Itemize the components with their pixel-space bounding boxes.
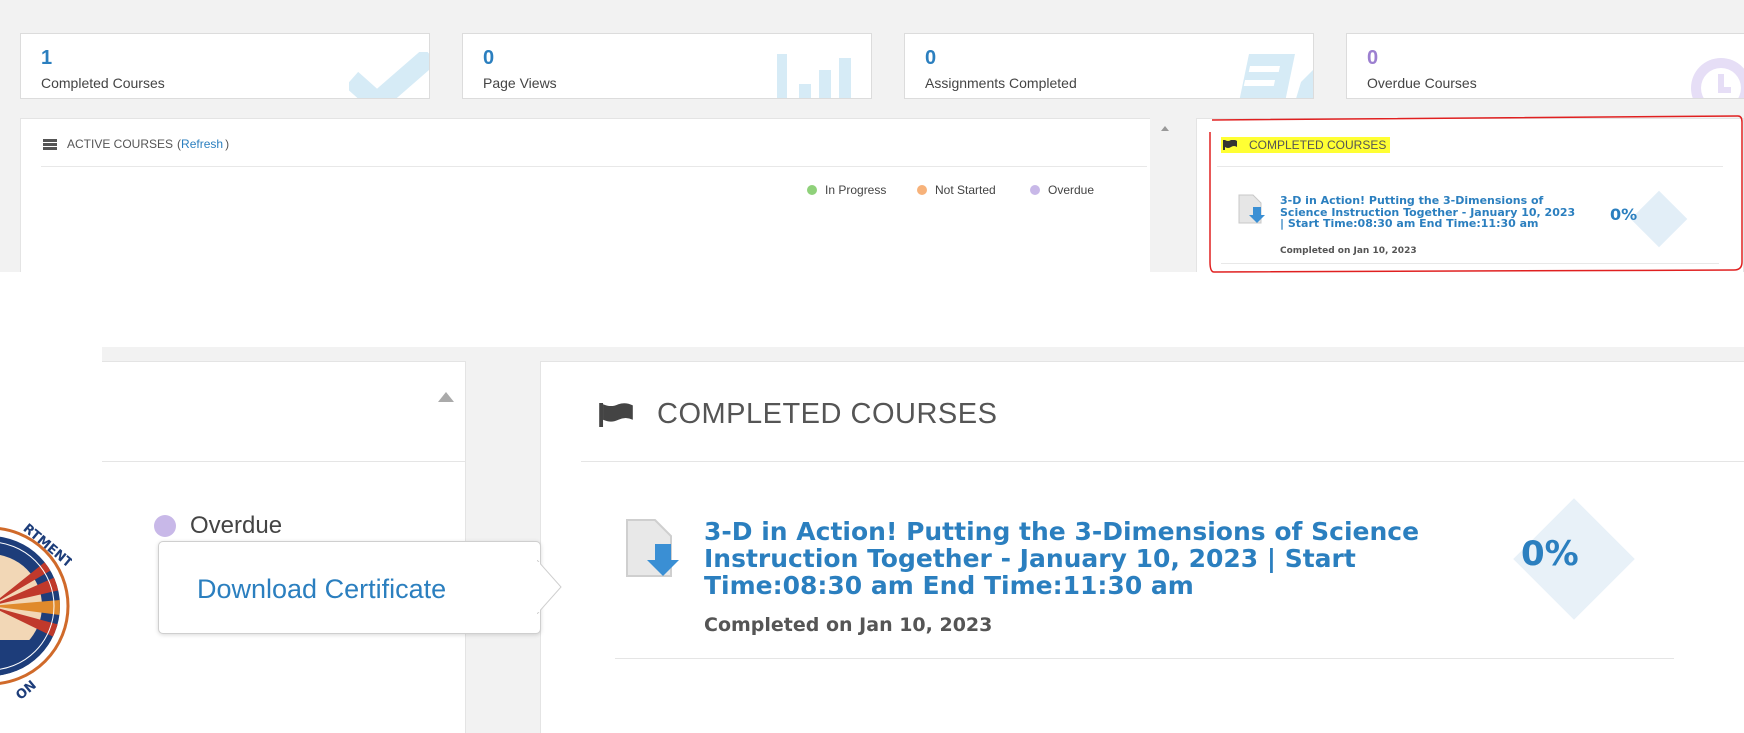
- scroll-up-arrow-icon[interactable]: [1161, 126, 1169, 131]
- legend-label: In Progress: [825, 183, 887, 197]
- legend-label: Not Started: [935, 183, 996, 197]
- course-title-link[interactable]: 3-D in Action! Putting the 3-Dimensions …: [1280, 195, 1580, 234]
- stat-card-completed-courses[interactable]: 1 Completed Courses: [20, 33, 430, 99]
- stat-card-overdue-courses[interactable]: 0 Overdue Courses: [1346, 33, 1744, 99]
- divider: [615, 658, 1674, 659]
- completed-courses-header: COMPLETED COURSES: [1221, 137, 1391, 153]
- dashboard-screenshot: 1 Completed Courses 0 Page Views 0 Assig…: [0, 0, 1744, 273]
- completed-courses-panel: COMPLETED COURSES 3-D in Action! Putting…: [1196, 118, 1744, 272]
- tooltip-arrow: [537, 560, 562, 614]
- zoomed-detail-panel: Overdue COMPLETED COURSES 3-D in Action!…: [102, 347, 1744, 733]
- clock-icon: [1691, 58, 1744, 98]
- scrollbar[interactable]: [1150, 118, 1180, 272]
- completed-courses-title: COMPLETED COURSES: [1249, 138, 1387, 152]
- stat-card-page-views[interactable]: 0 Page Views: [462, 33, 872, 99]
- completed-courses-header: COMPLETED COURSES: [599, 398, 997, 431]
- completed-courses-zoom: COMPLETED COURSES 3-D in Action! Putting…: [540, 361, 1744, 733]
- seal-text-bottom: ON: [13, 678, 39, 704]
- stat-value: 1: [41, 47, 53, 69]
- legend-not-started[interactable]: Not Started: [917, 183, 996, 197]
- course-progress: 0%: [1610, 205, 1638, 224]
- divider: [1221, 263, 1719, 264]
- download-certificate-label[interactable]: Download Certificate: [197, 574, 446, 605]
- course-progress: 0%: [1521, 534, 1579, 574]
- stat-card-assignments-completed[interactable]: 0 Assignments Completed: [904, 33, 1314, 99]
- bar-chart-icon: [777, 54, 851, 98]
- divider: [41, 166, 1147, 167]
- legend-label: Overdue: [190, 512, 283, 539]
- legend-dot-purple: [1030, 185, 1040, 195]
- flag-icon: [1223, 140, 1237, 150]
- legend-in-progress[interactable]: In Progress: [807, 183, 886, 197]
- legend-dot-green: [807, 185, 817, 195]
- completed-courses-title: COMPLETED COURSES: [657, 398, 998, 430]
- divider: [1217, 166, 1723, 167]
- divider: [102, 461, 465, 462]
- active-courses-title: ACTIVE COURSES: [67, 137, 174, 151]
- checkmark-icon: [349, 52, 429, 98]
- flag-icon: [599, 402, 633, 427]
- legend-dot-orange: [917, 185, 927, 195]
- stat-label: Assignments Completed: [925, 75, 1077, 91]
- refresh-close-paren: ): [225, 137, 230, 151]
- progress-badge-bg: [1630, 190, 1688, 248]
- legend-overdue[interactable]: Overdue: [1030, 183, 1094, 197]
- divider: [581, 461, 1744, 462]
- stat-label: Overdue Courses: [1367, 75, 1477, 91]
- stat-value: 0: [1367, 47, 1379, 69]
- department-seal-logo: RTMENT ON: [0, 521, 72, 704]
- assignment-icon: [1239, 54, 1313, 98]
- download-certificate-tooltip[interactable]: Download Certificate: [158, 541, 541, 634]
- legend-dot-purple: [154, 515, 176, 537]
- server-icon: [43, 138, 57, 150]
- active-courses-panel: ACTIVE COURSES ( Refresh ) In Progress N…: [20, 118, 1168, 272]
- course-completed-date: Completed on Jan 10, 2023: [704, 614, 993, 636]
- stat-value: 0: [925, 47, 937, 69]
- scroll-up-arrow-icon[interactable]: [438, 392, 454, 402]
- refresh-link[interactable]: Refresh: [181, 137, 223, 151]
- stat-value: 0: [483, 47, 495, 69]
- course-title-link[interactable]: 3-D in Action! Putting the 3-Dimensions …: [704, 518, 1509, 604]
- file-download-icon: [1238, 194, 1265, 224]
- stat-label: Page Views: [483, 75, 557, 91]
- course-completed-date: Completed on Jan 10, 2023: [1280, 246, 1417, 256]
- file-download-icon: [626, 519, 679, 577]
- legend-label: Overdue: [1048, 183, 1095, 197]
- stat-label: Completed Courses: [41, 75, 165, 91]
- legend-overdue[interactable]: Overdue: [154, 512, 282, 540]
- active-courses-header: ACTIVE COURSES ( Refresh ): [43, 137, 229, 151]
